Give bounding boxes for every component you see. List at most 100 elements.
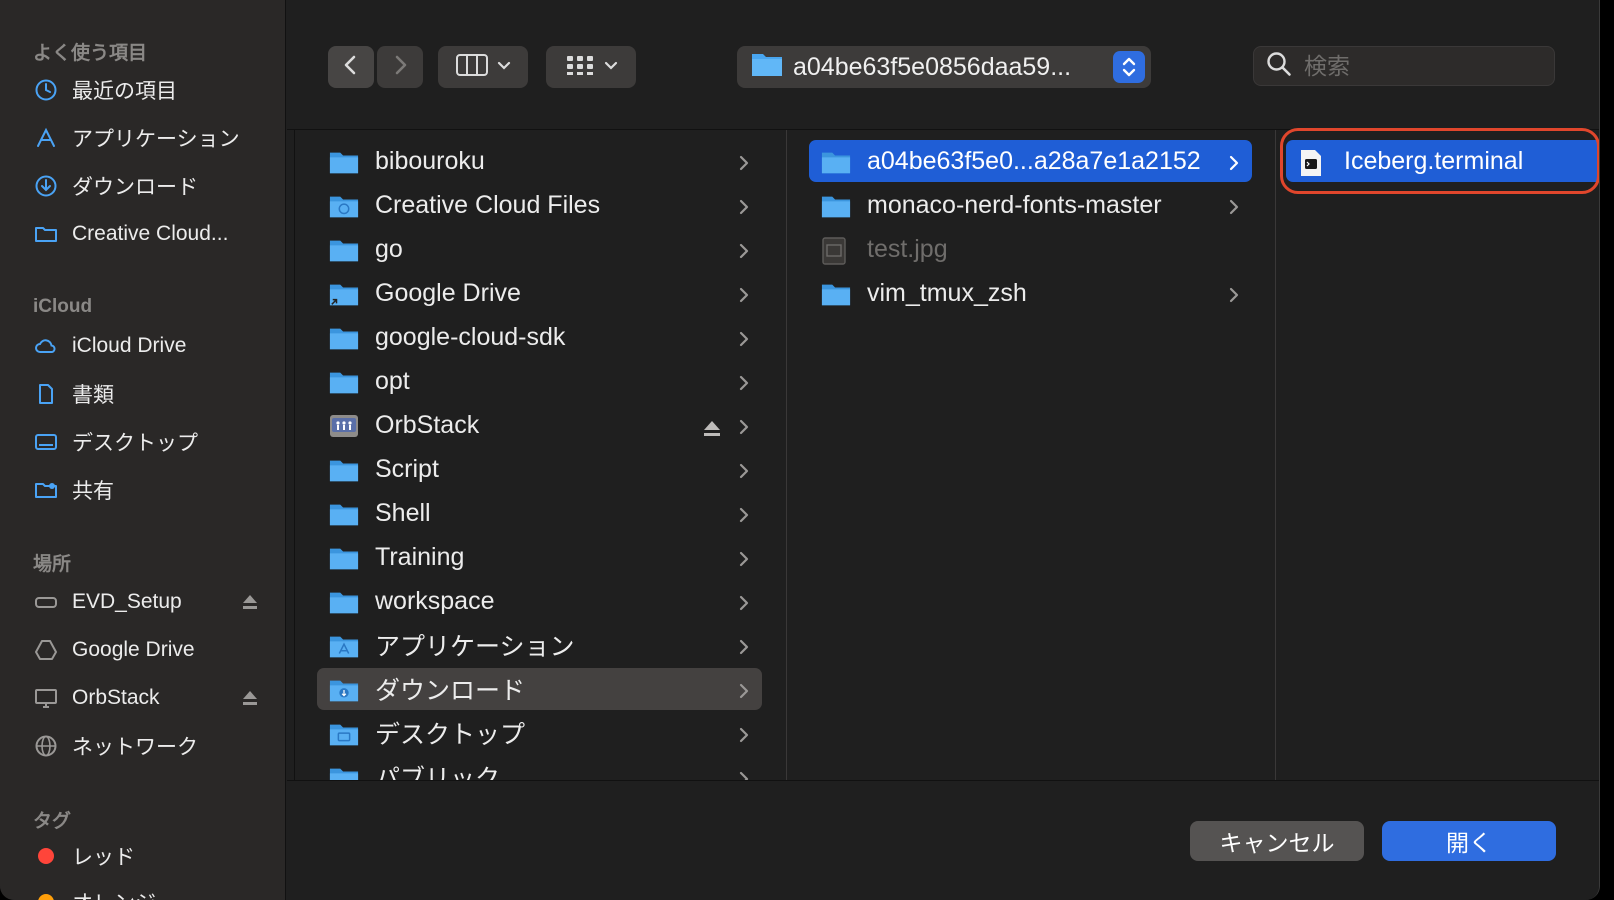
sidebar-item-label: iCloud Drive <box>72 334 187 357</box>
row-label: Shell <box>375 498 431 527</box>
chevron-right-icon <box>738 635 750 664</box>
folder-row[interactable]: opt <box>317 360 762 402</box>
sidebar-item-applications[interactable]: アプリケーション <box>28 118 268 158</box>
clock-icon <box>28 78 64 102</box>
sidebar-item-creative-cloud[interactable]: Creative Cloud... <box>28 214 268 254</box>
chevron-right-icon <box>738 283 750 312</box>
sidebar-item-shared[interactable]: 共有 <box>28 470 268 510</box>
folder-row[interactable]: vim_tmux_zsh <box>809 272 1252 314</box>
chevron-right-icon <box>738 503 750 532</box>
sidebar-item-label: ネットワーク <box>72 736 198 759</box>
applications-icon <box>28 126 64 150</box>
chevron-right-icon <box>738 767 750 780</box>
cancel-button[interactable]: キャンセル <box>1190 821 1364 861</box>
row-label: test.jpg <box>867 234 948 263</box>
back-button[interactable] <box>328 46 374 88</box>
sidebar-item-icloud-drive[interactable]: iCloud Drive <box>28 326 268 366</box>
row-label: Google Drive <box>375 278 521 307</box>
cc-folder-icon <box>329 193 359 218</box>
row-label: monaco-nerd-fonts-master <box>867 190 1162 219</box>
row-label: Script <box>375 454 439 483</box>
chevron-right-icon <box>738 415 750 444</box>
folder-row[interactable]: デスクトップ <box>317 712 762 754</box>
folder-row[interactable]: Training <box>317 536 762 578</box>
sidebar-item-documents[interactable]: 書類 <box>28 374 268 414</box>
sidebar-item-label: オレンジ <box>72 887 156 900</box>
eject-icon[interactable] <box>240 592 260 618</box>
folder-row[interactable]: monaco-nerd-fonts-master <box>809 184 1252 226</box>
alias-folder-icon <box>329 281 359 306</box>
folder-row[interactable]: Google Drive <box>317 272 762 314</box>
search-field[interactable] <box>1253 46 1555 86</box>
sidebar-item-downloads[interactable]: ダウンロード <box>28 166 268 206</box>
icloud-heading: iCloud <box>33 296 93 317</box>
columns-view-icon <box>455 52 489 83</box>
downloads-folder-icon <box>329 677 359 702</box>
folder-row[interactable]: Creative Cloud Files <box>317 184 762 226</box>
sidebar-item-google-drive[interactable]: Google Drive <box>28 630 268 670</box>
chevron-right-icon <box>1228 283 1240 312</box>
chevron-right-icon <box>390 53 410 82</box>
chevron-right-icon <box>1228 195 1240 224</box>
download-icon <box>28 174 64 198</box>
folder-row[interactable]: workspace <box>317 580 762 622</box>
path-popup-button[interactable]: a04be63f5e0856daa59... <box>737 46 1151 88</box>
globe-icon <box>28 734 64 758</box>
grid-icon <box>564 52 596 83</box>
annotation-highlight-ring <box>1280 128 1599 194</box>
sidebar-item-label: デスクトップ <box>72 432 198 455</box>
folder-row[interactable]: Script <box>317 448 762 490</box>
row-label: workspace <box>375 586 495 615</box>
folder-row[interactable]: ダウンロード <box>317 668 762 710</box>
sidebar-item-evd-setup[interactable]: EVD_Setup <box>28 582 268 622</box>
search-input[interactable] <box>1304 52 1534 80</box>
row-label: google-cloud-sdk <box>375 322 566 351</box>
public-folder-icon <box>329 765 359 780</box>
view-mode-button[interactable] <box>438 46 528 88</box>
sidebar-item-label: Creative Cloud... <box>72 222 229 245</box>
sidebar-item-label: OrbStack <box>72 686 160 709</box>
file-open-dialog: よく使う項目 最近の項目 アプリケーション ダウンロード Creative Cl… <box>0 0 1600 900</box>
image-file-icon <box>821 237 851 265</box>
group-button[interactable] <box>546 46 636 88</box>
chevron-right-icon <box>738 371 750 400</box>
folder-icon <box>329 149 359 174</box>
open-button[interactable]: 開く <box>1382 821 1556 861</box>
row-label: デスクトップ <box>375 721 526 749</box>
sidebar-item-label: レッド <box>72 846 135 869</box>
folder-icon <box>329 325 359 350</box>
chevron-right-icon <box>1228 151 1240 180</box>
forward-button[interactable] <box>377 46 423 88</box>
folder-row[interactable]: パブリック <box>317 756 762 780</box>
folder-row[interactable]: go <box>317 228 762 270</box>
sidebar-item-tag-red[interactable]: レッド <box>28 836 268 876</box>
sidebar-item-recents[interactable]: 最近の項目 <box>28 70 268 110</box>
toolbar: a04be63f5e0856daa59... <box>287 0 1599 130</box>
row-label: a04be63f5e0...a28a7e1a2152 <box>867 146 1201 175</box>
chevron-right-icon <box>738 327 750 356</box>
sidebar-item-network[interactable]: ネットワーク <box>28 726 268 766</box>
row-label: go <box>375 234 403 263</box>
drive-icon <box>28 590 64 614</box>
sidebar-item-desktop[interactable]: デスクトップ <box>28 422 268 462</box>
sidebar-item-label: Google Drive <box>72 638 195 661</box>
shared-folder-icon <box>28 478 64 502</box>
locations-heading: 場所 <box>33 554 72 575</box>
folder-row[interactable]: Shell <box>317 492 762 534</box>
folder-row[interactable]: google-cloud-sdk <box>317 316 762 358</box>
folder-icon <box>329 237 359 262</box>
chevron-right-icon <box>738 723 750 752</box>
folder-row[interactable]: bibouroku <box>317 140 762 182</box>
eject-icon[interactable] <box>240 688 260 714</box>
sidebar-item-orbstack[interactable]: OrbStack <box>28 678 268 718</box>
sidebar-item-label: 共有 <box>72 480 114 503</box>
sidebar-item-tag-orange[interactable]: オレンジ <box>28 882 268 900</box>
chevron-right-icon <box>738 591 750 620</box>
folder-row[interactable]: OrbStack <box>317 404 762 446</box>
eject-icon[interactable] <box>702 416 722 445</box>
folder-row[interactable]: アプリケーション <box>317 624 762 666</box>
folder-row[interactable]: a04be63f5e0...a28a7e1a2152 <box>809 140 1252 182</box>
file-row[interactable]: test.jpg <box>809 228 1252 270</box>
sidebar-item-label: 最近の項目 <box>72 80 177 103</box>
sidebar: よく使う項目 最近の項目 アプリケーション ダウンロード Creative Cl… <box>0 0 286 900</box>
